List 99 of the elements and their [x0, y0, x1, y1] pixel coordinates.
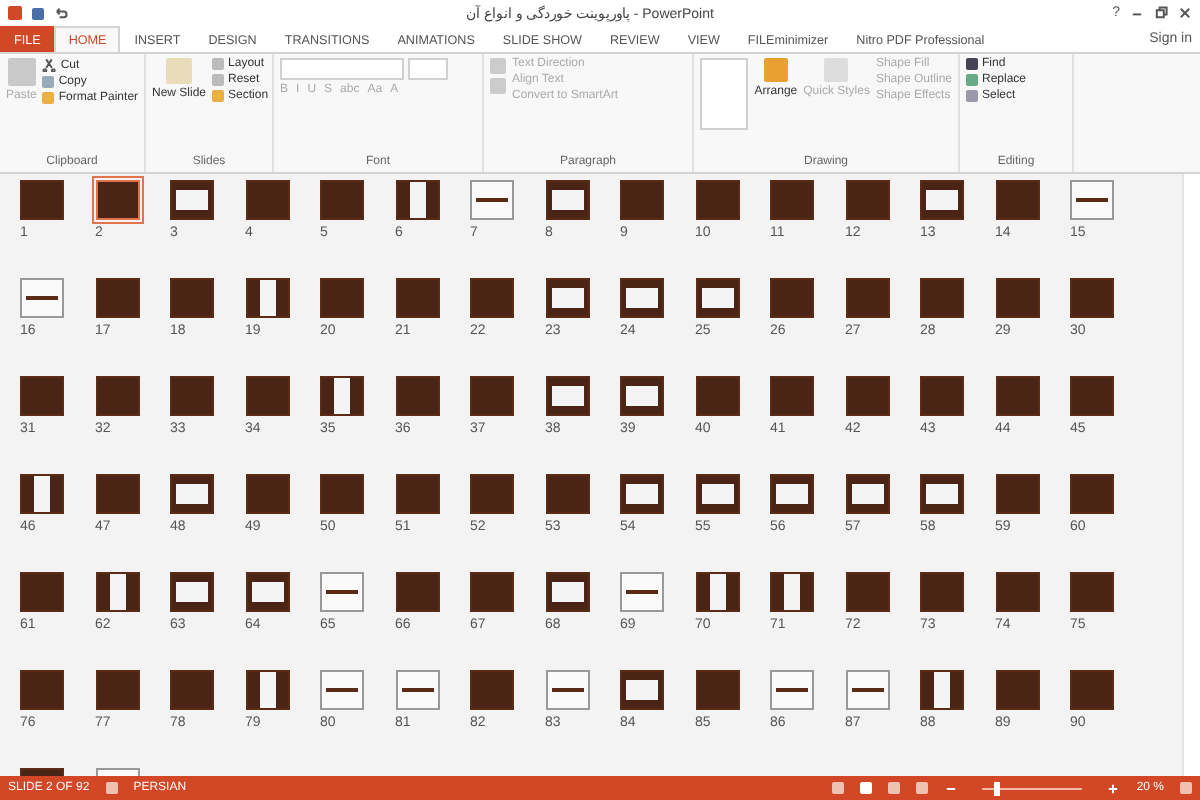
slide-thumbnail[interactable]: [1070, 278, 1114, 318]
scissors-icon: [42, 58, 57, 72]
slide-thumbnail[interactable]: [395, 376, 439, 416]
slide-thumbnail[interactable]: [770, 180, 814, 220]
slide-thumbnail[interactable]: [245, 474, 289, 514]
slide-thumbnail[interactable]: [845, 474, 889, 514]
slide-thumbnail[interactable]: [845, 278, 889, 318]
slide-thumbnail[interactable]: [95, 572, 139, 612]
slide-thumbnail[interactable]: [395, 180, 439, 220]
close-icon[interactable]: [1178, 6, 1192, 20]
slide-thumbnail[interactable]: [170, 670, 214, 710]
slide-thumbnail[interactable]: [620, 376, 664, 416]
slide-thumbnail[interactable]: [470, 278, 514, 318]
slide-thumbnail[interactable]: [245, 670, 289, 710]
font-name-field[interactable]: [280, 58, 404, 80]
slide-thumbnail[interactable]: [770, 376, 814, 416]
slider-thumb[interactable]: [994, 781, 1001, 795]
slide-thumbnail[interactable]: [95, 278, 139, 318]
slide-thumbnail[interactable]: [320, 670, 364, 710]
slide-thumbnail[interactable]: [470, 670, 514, 710]
slide-thumbnail[interactable]: [920, 180, 964, 220]
slide-thumbnail[interactable]: [695, 376, 739, 416]
slide-thumbnail[interactable]: [620, 572, 664, 612]
slide-thumbnail[interactable]: [845, 670, 889, 710]
slide-thumbnail[interactable]: [320, 180, 364, 220]
slide-thumbnail[interactable]: [170, 474, 214, 514]
slide-thumbnail[interactable]: [920, 572, 964, 612]
slide-thumbnail[interactable]: [695, 474, 739, 514]
slide-thumbnail[interactable]: [620, 474, 664, 514]
slide-thumbnail[interactable]: [95, 180, 139, 220]
slide-thumbnail[interactable]: [245, 278, 289, 318]
slide-thumbnail[interactable]: [620, 278, 664, 318]
slide-thumbnail[interactable]: [770, 572, 814, 612]
slide-thumbnail[interactable]: [470, 572, 514, 612]
slide-thumbnail[interactable]: [545, 670, 589, 710]
slide-thumbnail[interactable]: [770, 670, 814, 710]
slide-thumbnail[interactable]: [170, 278, 214, 318]
slide-thumbnail[interactable]: [545, 376, 589, 416]
slide-thumbnail[interactable]: [845, 572, 889, 612]
slide-thumbnail[interactable]: [1070, 376, 1114, 416]
slide-thumbnail[interactable]: [995, 670, 1039, 710]
slide-thumbnail[interactable]: [920, 376, 964, 416]
slide-thumbnail[interactable]: [170, 572, 214, 612]
slide-thumbnail[interactable]: [95, 474, 139, 514]
slide-thumbnail[interactable]: [245, 376, 289, 416]
restore-icon[interactable]: [1154, 6, 1168, 20]
slide-thumbnail[interactable]: [995, 376, 1039, 416]
slide-thumbnail[interactable]: [395, 572, 439, 612]
slide-thumbnail[interactable]: [845, 376, 889, 416]
slide-thumbnail[interactable]: [470, 180, 514, 220]
slide-thumbnail[interactable]: [995, 180, 1039, 220]
slide-thumbnail[interactable]: [95, 376, 139, 416]
slide-thumbnail[interactable]: [95, 670, 139, 710]
zoom-in-icon[interactable]: [1106, 781, 1121, 795]
slide-thumbnail[interactable]: [20, 474, 64, 514]
slide-thumbnail[interactable]: [320, 474, 364, 514]
slide-thumbnail[interactable]: [920, 474, 964, 514]
undo-icon[interactable]: [54, 6, 68, 20]
slide-thumbnail[interactable]: [545, 278, 589, 318]
slide-thumbnail[interactable]: [245, 572, 289, 612]
slide-thumbnail[interactable]: [470, 376, 514, 416]
slide-thumbnail[interactable]: [20, 278, 64, 318]
slide-thumbnail[interactable]: [995, 278, 1039, 318]
slide-thumbnail[interactable]: [1070, 180, 1114, 220]
slide-thumbnail[interactable]: [320, 278, 364, 318]
slide-thumbnail[interactable]: [20, 376, 64, 416]
slide-thumbnail[interactable]: [470, 474, 514, 514]
font-size-field[interactable]: [408, 58, 448, 80]
slide-thumbnail[interactable]: [395, 670, 439, 710]
slide-thumbnail[interactable]: [920, 670, 964, 710]
slide-thumbnail[interactable]: [545, 474, 589, 514]
slide-thumbnail[interactable]: [545, 180, 589, 220]
scrollbar[interactable]: [1182, 174, 1200, 776]
slide-thumbnail[interactable]: [545, 572, 589, 612]
slide-thumbnail[interactable]: [845, 180, 889, 220]
slide-thumbnail[interactable]: [395, 278, 439, 318]
slide-thumbnail[interactable]: [995, 572, 1039, 612]
slide-thumbnail[interactable]: [245, 180, 289, 220]
slide-thumbnail[interactable]: [1070, 474, 1114, 514]
slide-thumbnail[interactable]: [695, 572, 739, 612]
slide-thumbnail[interactable]: [695, 670, 739, 710]
slide-thumbnail[interactable]: [995, 474, 1039, 514]
slide-thumbnail[interactable]: [695, 180, 739, 220]
slide-thumbnail[interactable]: [320, 572, 364, 612]
slide-thumbnail[interactable]: [170, 180, 214, 220]
slide-thumbnail[interactable]: [20, 572, 64, 612]
slide-thumbnail[interactable]: [320, 376, 364, 416]
slide-thumbnail[interactable]: [1070, 572, 1114, 612]
slide-thumbnail[interactable]: [20, 180, 64, 220]
slide-thumbnail[interactable]: [1070, 670, 1114, 710]
slide-thumbnail[interactable]: [770, 278, 814, 318]
slide-thumbnail[interactable]: [170, 376, 214, 416]
slide-thumbnail[interactable]: [20, 670, 64, 710]
slide-thumbnail[interactable]: [770, 474, 814, 514]
slide-thumbnail[interactable]: [695, 278, 739, 318]
slide-thumbnail[interactable]: [395, 474, 439, 514]
slide-thumbnail[interactable]: [620, 670, 664, 710]
slide-thumbnail[interactable]: [920, 278, 964, 318]
slide-thumbnail[interactable]: [620, 180, 664, 220]
